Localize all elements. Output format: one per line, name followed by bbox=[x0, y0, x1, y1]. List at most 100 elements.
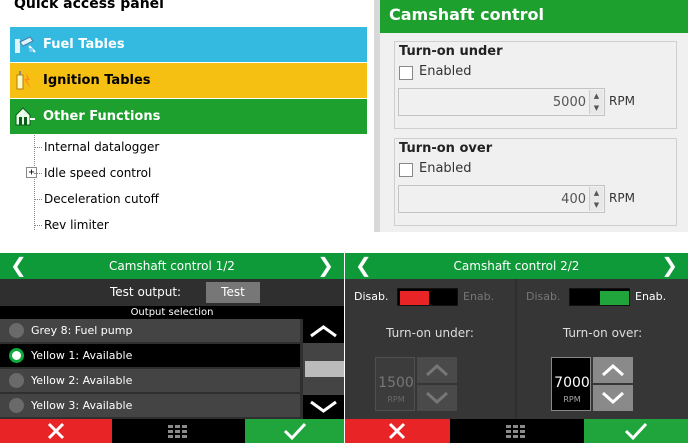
scroll-up-button[interactable] bbox=[303, 319, 344, 343]
enable-toggle[interactable] bbox=[569, 288, 630, 306]
setting-label: Turn-on under: bbox=[386, 326, 474, 340]
tree-item-deceleration-cutoff[interactable]: Deceleration cutoff bbox=[34, 187, 159, 211]
output-option-grey-8[interactable]: Grey 8: Fuel pump bbox=[0, 319, 300, 342]
rpm-stepper[interactable]: 1500 RPM bbox=[375, 357, 457, 411]
chevron-down-icon bbox=[310, 400, 337, 413]
rpm-display: 7000 RPM bbox=[551, 357, 591, 411]
test-output-row: Test output: Test bbox=[0, 282, 344, 304]
chevron-left-icon[interactable]: ❮ bbox=[355, 253, 372, 277]
check-icon bbox=[624, 422, 648, 441]
cancel-button[interactable] bbox=[345, 419, 450, 443]
disable-label: Disab. bbox=[526, 290, 561, 303]
bottom-action-bar bbox=[0, 419, 344, 443]
panel-splitter[interactable] bbox=[374, 0, 380, 232]
turn-on-over-group: Turn-on over Enabled 400 ▲ ▼ RPM bbox=[394, 138, 677, 226]
radio-off-icon bbox=[9, 323, 24, 338]
chevron-right-icon[interactable]: ❯ bbox=[317, 253, 334, 277]
output-selection-header: Output selection bbox=[0, 306, 344, 319]
rpm-display: 1500 RPM bbox=[375, 357, 415, 411]
quick-access-panel: Quick access panel Fuel Tables Ignition … bbox=[0, 0, 367, 232]
increase-button[interactable] bbox=[593, 357, 633, 383]
rpm-spinner[interactable]: ▲ ▼ bbox=[589, 90, 603, 114]
enabled-checkbox-label[interactable]: Enabled bbox=[419, 161, 472, 176]
chevron-down-icon bbox=[425, 391, 449, 405]
enabled-checkbox-label[interactable]: Enabled bbox=[419, 64, 472, 79]
rpm-value: 1500 bbox=[378, 375, 414, 391]
chevron-down-icon bbox=[601, 391, 625, 405]
disable-label: Disab. bbox=[354, 290, 389, 303]
output-option-label: Grey 8: Fuel pump bbox=[31, 324, 133, 337]
tree-connector bbox=[34, 172, 42, 174]
x-icon bbox=[388, 422, 406, 440]
scroll-thumb[interactable] bbox=[305, 361, 344, 377]
confirm-button[interactable] bbox=[245, 419, 344, 443]
spin-up-icon[interactable]: ▲ bbox=[589, 187, 603, 199]
decrease-button[interactable] bbox=[417, 385, 457, 411]
radio-on-icon bbox=[9, 348, 24, 363]
menu-button[interactable] bbox=[450, 419, 584, 443]
rpm-unit: RPM bbox=[387, 395, 405, 404]
toggle-knob bbox=[600, 291, 629, 305]
decrease-button[interactable] bbox=[593, 385, 633, 411]
camshaft-panel-title: Camshaft control bbox=[380, 0, 688, 33]
spark-plug-icon bbox=[12, 68, 38, 94]
enable-label: Enab. bbox=[463, 290, 495, 303]
category-fuel-tables[interactable]: Fuel Tables bbox=[10, 27, 367, 62]
output-option-yellow-3[interactable]: Yellow 3: Available bbox=[0, 394, 300, 417]
tree-item-idle-speed-control[interactable]: Idle speed control bbox=[34, 161, 151, 185]
enabled-checkbox[interactable] bbox=[399, 163, 413, 177]
x-icon bbox=[47, 422, 65, 440]
enable-toggle[interactable] bbox=[397, 288, 458, 306]
tree-connector bbox=[34, 198, 42, 200]
menu-button[interactable] bbox=[112, 419, 245, 443]
list-scrollbar[interactable] bbox=[303, 319, 344, 419]
spin-down-icon[interactable]: ▼ bbox=[589, 199, 603, 211]
rpm-value: 7000 bbox=[554, 375, 590, 391]
cancel-button[interactable] bbox=[0, 419, 112, 443]
spin-down-icon[interactable]: ▼ bbox=[589, 102, 603, 114]
grid-icon bbox=[168, 425, 187, 438]
quick-access-title: Quick access panel bbox=[14, 0, 164, 12]
radio-off-icon bbox=[9, 398, 24, 413]
tree-item-internal-datalogger[interactable]: Internal datalogger bbox=[34, 135, 159, 159]
rpm-stepper[interactable]: 7000 RPM bbox=[551, 357, 633, 411]
output-option-yellow-2[interactable]: Yellow 2: Available bbox=[0, 369, 300, 392]
tree-item-label: Rev limiter bbox=[44, 218, 109, 232]
rpm-value: 400 bbox=[561, 192, 586, 207]
enabled-checkbox[interactable] bbox=[399, 66, 413, 80]
tree-connector bbox=[34, 146, 42, 148]
tree-item-label: Internal datalogger bbox=[44, 140, 160, 154]
test-button[interactable]: Test bbox=[206, 282, 260, 303]
screen-header: ❮ Camshaft control 1/2 ❯ bbox=[0, 253, 344, 279]
chevron-up-icon bbox=[310, 325, 337, 338]
category-ignition-tables[interactable]: Ignition Tables bbox=[10, 63, 367, 98]
spin-up-icon[interactable]: ▲ bbox=[589, 90, 603, 102]
turn-on-over-section: Disab. Enab. Turn-on over: 7000 RPM bbox=[517, 279, 688, 419]
rpm-spinner[interactable]: ▲ ▼ bbox=[589, 187, 603, 211]
camshaft-control-panel: Camshaft control Turn-on under Enabled 5… bbox=[374, 0, 688, 232]
turn-on-under-group: Turn-on under Enabled 5000 ▲ ▼ RPM bbox=[394, 41, 677, 129]
chevron-left-icon[interactable]: ❮ bbox=[10, 253, 27, 277]
device-screen-1: ❮ Camshaft control 1/2 ❯ Test output: Te… bbox=[0, 253, 344, 443]
category-other-functions[interactable]: Other Functions bbox=[10, 99, 367, 134]
category-label: Fuel Tables bbox=[43, 37, 125, 52]
grid-icon bbox=[506, 425, 525, 438]
toggle-knob bbox=[400, 291, 429, 305]
output-option-yellow-1[interactable]: Yellow 1: Available bbox=[0, 344, 300, 367]
confirm-button[interactable] bbox=[584, 419, 688, 443]
chevron-right-icon[interactable]: ❯ bbox=[661, 253, 678, 277]
tree-item-label: Deceleration cutoff bbox=[44, 192, 159, 206]
output-option-label: Yellow 2: Available bbox=[31, 374, 133, 387]
rpm-value: 5000 bbox=[552, 95, 586, 110]
turn-on-under-section: Disab. Enab. Turn-on under: 1500 RPM bbox=[345, 279, 515, 419]
screen-title: Camshaft control 1/2 bbox=[109, 259, 235, 273]
function-tree: Internal datalogger + Idle speed control… bbox=[10, 135, 367, 232]
increase-button[interactable] bbox=[417, 357, 457, 383]
scroll-down-button[interactable] bbox=[303, 395, 344, 419]
fuel-injector-icon bbox=[12, 32, 38, 58]
enable-label: Enab. bbox=[635, 290, 667, 303]
rpm-input[interactable]: 400 ▲ ▼ bbox=[398, 185, 605, 213]
check-icon bbox=[283, 422, 307, 441]
rpm-input[interactable]: 5000 ▲ ▼ bbox=[398, 88, 605, 116]
tree-item-rev-limiter[interactable]: Rev limiter bbox=[34, 213, 109, 232]
